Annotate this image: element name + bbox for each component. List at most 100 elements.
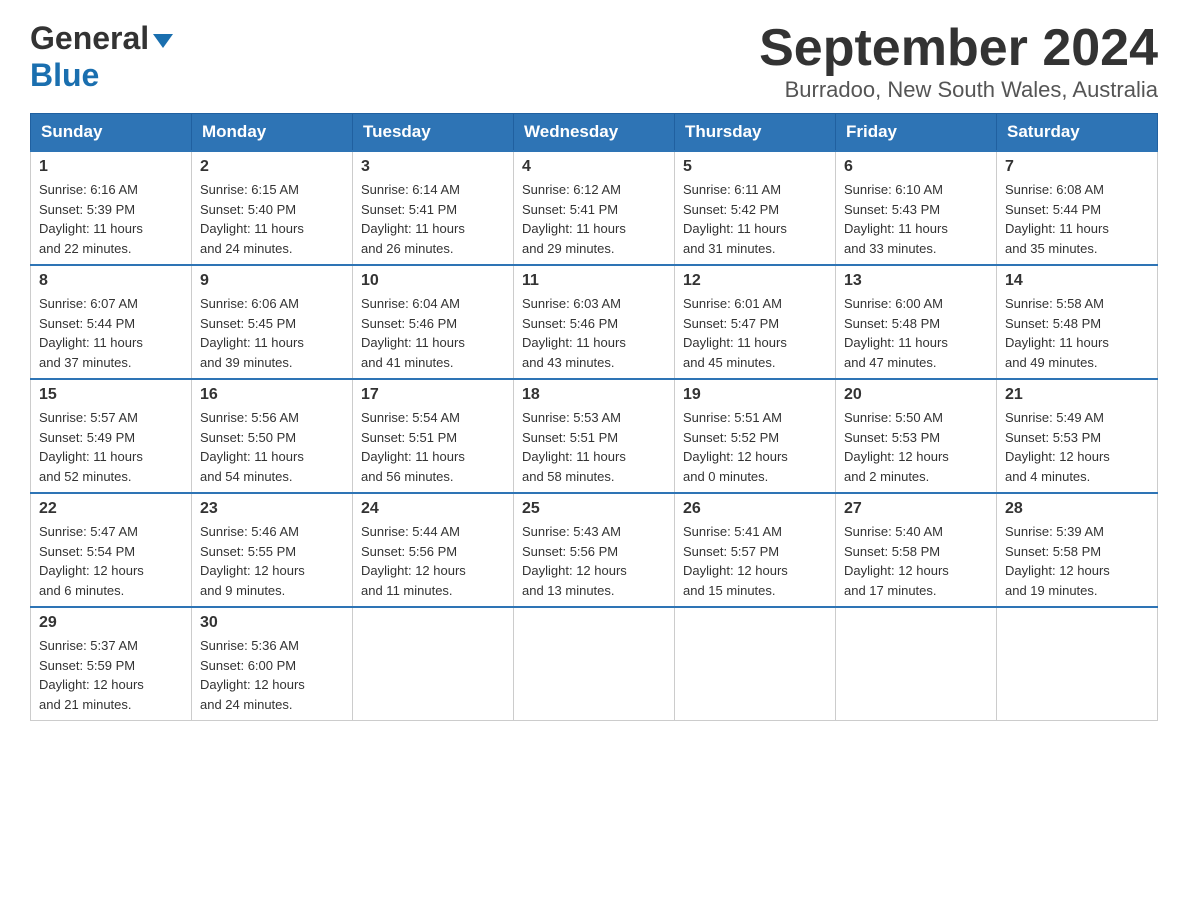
weekday-header-sunday: Sunday xyxy=(31,114,192,152)
day-number: 27 xyxy=(844,500,988,518)
day-number: 15 xyxy=(39,386,183,404)
calendar-header: SundayMondayTuesdayWednesdayThursdayFrid… xyxy=(31,114,1158,152)
day-number: 2 xyxy=(200,158,344,176)
calendar-day-cell: 5Sunrise: 6:11 AM Sunset: 5:42 PM Daylig… xyxy=(675,151,836,265)
month-year-title: September 2024 xyxy=(759,20,1158,77)
calendar-day-cell: 25 Sunrise: 5:43 AM Sunset: 5:56 PM Dayli… xyxy=(514,493,675,607)
calendar-day-cell: 24Sunrise: 5:44 AM Sunset: 5:56 PM Dayli… xyxy=(353,493,514,607)
weekday-header-saturday: Saturday xyxy=(997,114,1158,152)
day-number: 5 xyxy=(683,158,827,176)
day-info: Sunrise: 6:12 AM Sunset: 5:41 PM Dayligh… xyxy=(522,180,666,258)
calendar-day-cell: 17 Sunrise: 5:54 AM Sunset: 5:51 PM Dayli… xyxy=(353,379,514,493)
calendar-day-cell: 30 Sunrise: 5:36 AM Sunset: 6:00 PM Dayli… xyxy=(192,607,353,721)
calendar-week-row: 29 Sunrise: 5:37 AM Sunset: 5:59 PM Dayli… xyxy=(31,607,1158,721)
day-number: 18 xyxy=(522,386,666,404)
logo-general-text: General xyxy=(30,20,149,57)
calendar-day-cell: 2 Sunrise: 6:15 AM Sunset: 5:40 PM Daylig… xyxy=(192,151,353,265)
calendar-day-cell: 27 Sunrise: 5:40 AM Sunset: 5:58 PM Dayli… xyxy=(836,493,997,607)
calendar-day-cell: 19Sunrise: 5:51 AM Sunset: 5:52 PM Dayli… xyxy=(675,379,836,493)
calendar-day-cell xyxy=(675,607,836,721)
day-number: 21 xyxy=(1005,386,1149,404)
day-info: Sunrise: 6:08 AM Sunset: 5:44 PM Dayligh… xyxy=(1005,180,1149,258)
calendar-day-cell: 26Sunrise: 5:41 AM Sunset: 5:57 PM Dayli… xyxy=(675,493,836,607)
calendar-week-row: 1Sunrise: 6:16 AM Sunset: 5:39 PM Daylig… xyxy=(31,151,1158,265)
day-number: 22 xyxy=(39,500,183,518)
calendar-day-cell: 4 Sunrise: 6:12 AM Sunset: 5:41 PM Daylig… xyxy=(514,151,675,265)
location-subtitle: Burradoo, New South Wales, Australia xyxy=(759,77,1158,103)
title-block: September 2024 Burradoo, New South Wales… xyxy=(759,20,1158,103)
day-info: Sunrise: 6:16 AM Sunset: 5:39 PM Dayligh… xyxy=(39,180,183,258)
calendar-day-cell: 11 Sunrise: 6:03 AM Sunset: 5:46 PM Dayli… xyxy=(514,265,675,379)
weekday-header-thursday: Thursday xyxy=(675,114,836,152)
calendar-week-row: 15 Sunrise: 5:57 AM Sunset: 5:49 PM Dayli… xyxy=(31,379,1158,493)
day-info: Sunrise: 5:58 AM Sunset: 5:48 PM Dayligh… xyxy=(1005,294,1149,372)
day-info: Sunrise: 5:47 AM Sunset: 5:54 PM Dayligh… xyxy=(39,522,183,600)
day-number: 17 xyxy=(361,386,505,404)
day-number: 13 xyxy=(844,272,988,290)
calendar-day-cell: 18 Sunrise: 5:53 AM Sunset: 5:51 PM Dayli… xyxy=(514,379,675,493)
calendar-day-cell: 21Sunrise: 5:49 AM Sunset: 5:53 PM Dayli… xyxy=(997,379,1158,493)
day-info: Sunrise: 5:41 AM Sunset: 5:57 PM Dayligh… xyxy=(683,522,827,600)
day-info: Sunrise: 5:57 AM Sunset: 5:49 PM Dayligh… xyxy=(39,408,183,486)
day-info: Sunrise: 6:10 AM Sunset: 5:43 PM Dayligh… xyxy=(844,180,988,258)
weekday-header-monday: Monday xyxy=(192,114,353,152)
day-info: Sunrise: 6:14 AM Sunset: 5:41 PM Dayligh… xyxy=(361,180,505,258)
calendar-day-cell: 1Sunrise: 6:16 AM Sunset: 5:39 PM Daylig… xyxy=(31,151,192,265)
calendar-day-cell: 7 Sunrise: 6:08 AM Sunset: 5:44 PM Daylig… xyxy=(997,151,1158,265)
calendar-day-cell: 20Sunrise: 5:50 AM Sunset: 5:53 PM Dayli… xyxy=(836,379,997,493)
logo-triangle-icon xyxy=(153,34,173,48)
day-number: 8 xyxy=(39,272,183,290)
calendar-day-cell: 6Sunrise: 6:10 AM Sunset: 5:43 PM Daylig… xyxy=(836,151,997,265)
page-header: General Blue September 2024 Burradoo, Ne… xyxy=(30,20,1158,103)
day-info: Sunrise: 5:50 AM Sunset: 5:53 PM Dayligh… xyxy=(844,408,988,486)
calendar-day-cell xyxy=(514,607,675,721)
day-info: Sunrise: 5:53 AM Sunset: 5:51 PM Dayligh… xyxy=(522,408,666,486)
day-number: 19 xyxy=(683,386,827,404)
day-info: Sunrise: 5:36 AM Sunset: 6:00 PM Dayligh… xyxy=(200,636,344,714)
calendar-day-cell: 3Sunrise: 6:14 AM Sunset: 5:41 PM Daylig… xyxy=(353,151,514,265)
day-number: 24 xyxy=(361,500,505,518)
weekday-header-row: SundayMondayTuesdayWednesdayThursdayFrid… xyxy=(31,114,1158,152)
day-number: 10 xyxy=(361,272,505,290)
calendar-day-cell: 10Sunrise: 6:04 AM Sunset: 5:46 PM Dayli… xyxy=(353,265,514,379)
day-number: 25 xyxy=(522,500,666,518)
day-info: Sunrise: 6:03 AM Sunset: 5:46 PM Dayligh… xyxy=(522,294,666,372)
day-info: Sunrise: 5:39 AM Sunset: 5:58 PM Dayligh… xyxy=(1005,522,1149,600)
day-info: Sunrise: 6:01 AM Sunset: 5:47 PM Dayligh… xyxy=(683,294,827,372)
calendar-week-row: 8 Sunrise: 6:07 AM Sunset: 5:44 PM Daylig… xyxy=(31,265,1158,379)
calendar-body: 1Sunrise: 6:16 AM Sunset: 5:39 PM Daylig… xyxy=(31,151,1158,721)
day-number: 30 xyxy=(200,614,344,632)
day-number: 12 xyxy=(683,272,827,290)
weekday-header-wednesday: Wednesday xyxy=(514,114,675,152)
day-info: Sunrise: 5:37 AM Sunset: 5:59 PM Dayligh… xyxy=(39,636,183,714)
calendar-day-cell: 8 Sunrise: 6:07 AM Sunset: 5:44 PM Daylig… xyxy=(31,265,192,379)
calendar-day-cell xyxy=(836,607,997,721)
day-info: Sunrise: 5:54 AM Sunset: 5:51 PM Dayligh… xyxy=(361,408,505,486)
day-info: Sunrise: 5:56 AM Sunset: 5:50 PM Dayligh… xyxy=(200,408,344,486)
calendar-day-cell: 13 Sunrise: 6:00 AM Sunset: 5:48 PM Dayli… xyxy=(836,265,997,379)
day-number: 7 xyxy=(1005,158,1149,176)
day-number: 14 xyxy=(1005,272,1149,290)
logo-blue-text: Blue xyxy=(30,57,99,94)
weekday-header-tuesday: Tuesday xyxy=(353,114,514,152)
day-info: Sunrise: 6:06 AM Sunset: 5:45 PM Dayligh… xyxy=(200,294,344,372)
day-info: Sunrise: 5:43 AM Sunset: 5:56 PM Dayligh… xyxy=(522,522,666,600)
calendar-day-cell: 22 Sunrise: 5:47 AM Sunset: 5:54 PM Dayli… xyxy=(31,493,192,607)
day-info: Sunrise: 6:00 AM Sunset: 5:48 PM Dayligh… xyxy=(844,294,988,372)
weekday-header-friday: Friday xyxy=(836,114,997,152)
day-number: 11 xyxy=(522,272,666,290)
calendar-day-cell: 16 Sunrise: 5:56 AM Sunset: 5:50 PM Dayli… xyxy=(192,379,353,493)
calendar-day-cell: 15 Sunrise: 5:57 AM Sunset: 5:49 PM Dayli… xyxy=(31,379,192,493)
calendar-day-cell: 9Sunrise: 6:06 AM Sunset: 5:45 PM Daylig… xyxy=(192,265,353,379)
day-info: Sunrise: 6:07 AM Sunset: 5:44 PM Dayligh… xyxy=(39,294,183,372)
day-number: 16 xyxy=(200,386,344,404)
day-number: 29 xyxy=(39,614,183,632)
day-number: 28 xyxy=(1005,500,1149,518)
calendar-day-cell: 23Sunrise: 5:46 AM Sunset: 5:55 PM Dayli… xyxy=(192,493,353,607)
day-info: Sunrise: 5:40 AM Sunset: 5:58 PM Dayligh… xyxy=(844,522,988,600)
day-number: 4 xyxy=(522,158,666,176)
day-info: Sunrise: 5:46 AM Sunset: 5:55 PM Dayligh… xyxy=(200,522,344,600)
calendar-day-cell: 12 Sunrise: 6:01 AM Sunset: 5:47 PM Dayli… xyxy=(675,265,836,379)
calendar-day-cell xyxy=(353,607,514,721)
day-info: Sunrise: 6:15 AM Sunset: 5:40 PM Dayligh… xyxy=(200,180,344,258)
